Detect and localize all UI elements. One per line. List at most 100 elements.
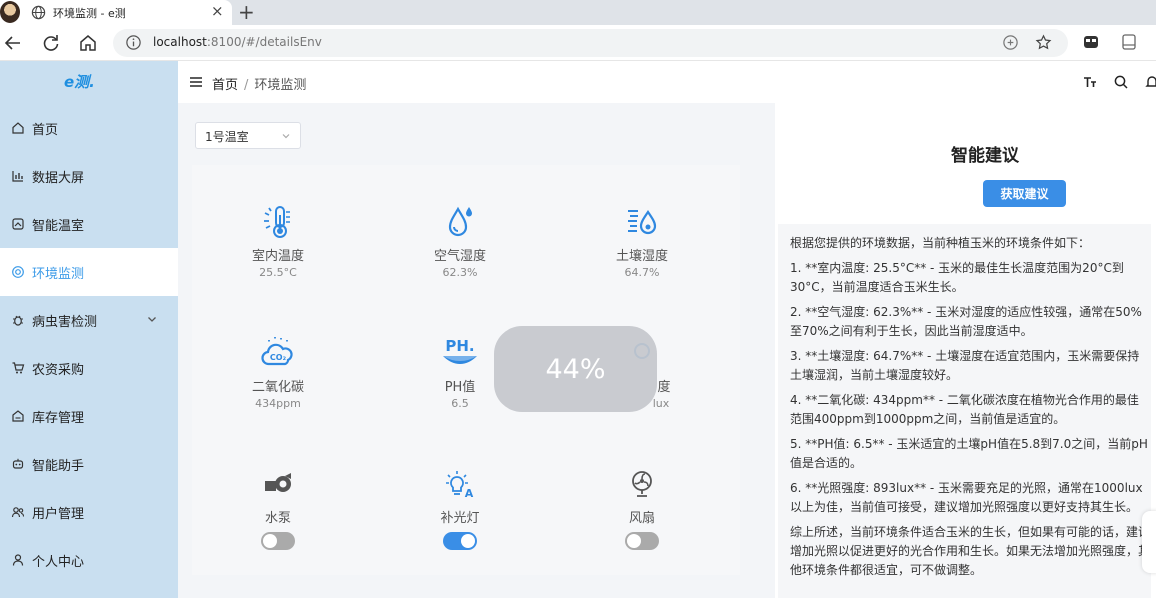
thermometer-icon: [264, 206, 290, 238]
get-advice-button[interactable]: 获取建议: [983, 180, 1066, 207]
sidebar-item-inventory[interactable]: 库存管理: [0, 392, 178, 440]
sensor-soil-humidity: 土壤湿度 64.7%: [582, 203, 702, 279]
advice-paragraph: 3. **土壤湿度: 64.7%** - 土壤湿度在适宜范围内，玉米需要保持土壤…: [790, 349, 1140, 382]
sensor-name: 室内温度: [251, 249, 304, 264]
sensor-indoor-temperature: 室内温度 25.5°C: [218, 203, 338, 279]
device-name: 水泵: [264, 511, 291, 526]
advice-paragraph: 6. **光照强度: 893lux** - 玉米需要充足的光照，通常在1000l…: [790, 481, 1143, 514]
sidebar-item-label: 用户管理: [32, 506, 85, 522]
top-header: 首页 / 环境监测: [178, 61, 1156, 103]
advice-paragraph: 1. **室内温度: 25.5°C** - 玉米的最佳生长温度范围为20°C到3…: [790, 261, 1124, 294]
greenhouse-icon: [12, 218, 24, 230]
sensor-name: 空气湿度: [433, 249, 486, 264]
sidebar-item-user-management[interactable]: 用户管理: [0, 488, 178, 536]
fan-toggle[interactable]: [625, 532, 659, 550]
bar-chart-icon: [12, 171, 23, 182]
profile-avatar[interactable]: [0, 1, 20, 23]
font-size-icon[interactable]: [1082, 74, 1098, 90]
device-water-pump: 水泵: [218, 469, 338, 550]
sensor-value: 64.7%: [624, 266, 660, 279]
sidebar-item-label: 智能助手: [32, 458, 85, 474]
sidebar-item-label: 个人中心: [32, 554, 85, 570]
advice-title: 智能建议: [951, 146, 1019, 166]
site-info-icon[interactable]: [125, 34, 142, 51]
droplet-icon: [448, 206, 472, 237]
users-icon: [11, 507, 25, 518]
sensor-value: 62.3%: [442, 266, 478, 279]
translate-icon[interactable]: [1002, 34, 1019, 51]
device-fan: 风扇: [582, 469, 702, 550]
user-icon: [12, 554, 24, 566]
menu-toggle-icon[interactable]: [189, 75, 203, 89]
floating-side-handle[interactable]: [1142, 511, 1156, 573]
advice-paragraph: 2. **空气湿度: 62.3%** - 玉米对湿度的适应性较强，通常在50%至…: [790, 305, 1142, 338]
address-bar[interactable]: localhost:8100/#/detailsEnv: [113, 29, 1068, 57]
breadcrumb-current: 环境监测: [254, 78, 307, 93]
soil-moisture-icon: [628, 210, 657, 235]
sidebar-item-label: 病虫害检测: [32, 314, 98, 330]
sidebar-item-env-monitor[interactable]: 环境监测: [0, 248, 178, 296]
grow-light-icon: A: [446, 471, 474, 499]
browser-tab[interactable]: 环境监测 - e测 ×: [0, 0, 232, 25]
chevron-down-icon[interactable]: [146, 313, 158, 325]
sensor-name: 土壤湿度: [615, 249, 668, 264]
sensor-value: 25.5°C: [259, 266, 297, 279]
water-pump-toggle[interactable]: [261, 532, 295, 550]
sidebar-item-label: 环境监测: [32, 266, 85, 282]
sidebar-item-pest-detection[interactable]: 病虫害检测: [0, 296, 178, 344]
cart-icon: [12, 362, 25, 374]
sidebar-item-assistant[interactable]: 智能助手: [0, 440, 178, 488]
app-logo[interactable]: e测.: [64, 71, 95, 92]
sensor-name: 二氧化碳: [251, 380, 304, 395]
close-tab-icon[interactable]: ×: [211, 2, 224, 20]
fan-icon: [632, 471, 652, 497]
device-name: 风扇: [628, 511, 655, 526]
advice-paragraph: 根据您提供的环境数据，当前种植玉米的环境条件如下：: [790, 236, 1091, 250]
grow-light-toggle[interactable]: [443, 532, 477, 550]
advice-paragraph: 4. **二氧化碳: 434ppm** - 二氧化碳浓度在植物光合作用的最佳范围…: [790, 393, 1139, 426]
breadcrumb-home[interactable]: 首页: [212, 78, 238, 93]
url-text: localhost:8100/#/detailsEnv: [153, 35, 322, 49]
sidebar-item-label: 数据大屏: [32, 170, 85, 186]
sidebar-item-data-screen[interactable]: 数据大屏: [0, 152, 178, 200]
warehouse-icon: [12, 410, 24, 422]
greenhouse-select-value: 1号温室: [205, 130, 249, 144]
advice-content[interactable]: 根据您提供的环境数据，当前种植玉米的环境条件如下： 1. **室内温度: 25.…: [778, 224, 1151, 598]
sidebar-item-label: 智能温室: [32, 218, 85, 234]
notification-icon[interactable]: [1144, 74, 1156, 90]
browser-toolbar: localhost:8100/#/detailsEnv: [0, 25, 1156, 61]
back-arrow-icon[interactable]: [2, 32, 24, 54]
search-icon[interactable]: [1113, 74, 1129, 90]
sidebar-item-home[interactable]: 首页: [0, 104, 178, 152]
bookmark-star-icon[interactable]: [1035, 34, 1052, 51]
sidebar-item-greenhouse[interactable]: 智能温室: [0, 200, 178, 248]
greenhouse-select[interactable]: 1号温室: [195, 122, 301, 149]
device-name: 补光灯: [440, 511, 480, 526]
svg-text:CO₂: CO₂: [270, 353, 287, 362]
pump-icon: [265, 473, 291, 492]
chevron-down-icon: [282, 134, 290, 139]
extension-icon[interactable]: [1082, 33, 1100, 51]
ph-icon: PH.: [443, 337, 477, 364]
robot-icon: [12, 458, 24, 469]
sidebar-item-purchasing[interactable]: 农资采购: [0, 344, 178, 392]
sensor-value: 434ppm: [255, 397, 301, 410]
progress-overlay: 44%: [494, 326, 657, 412]
sidebar-item-label: 农资采购: [32, 362, 85, 378]
sidebar: e测. 首页 数据大屏 智能温室 环境监测 病虫害检测 农资采购 库存管理 智能…: [0, 61, 178, 598]
browser-tabbar: 环境监测 - e测 × +: [0, 0, 1156, 25]
advice-paragraph: 综上所述，当前环境条件适合玉米的生长，但如果有可能的话，建议增加光照以促进更好的…: [790, 525, 1151, 577]
globe-icon: [31, 5, 46, 20]
bug-icon: [13, 315, 23, 326]
sidebar-item-profile[interactable]: 个人中心: [0, 536, 178, 584]
breadcrumb-separator: /: [244, 78, 249, 93]
reload-icon[interactable]: [40, 32, 62, 54]
home-page-icon[interactable]: [77, 32, 99, 54]
svg-text:A: A: [465, 487, 474, 499]
reading-list-icon[interactable]: [1120, 33, 1138, 51]
co2-icon: CO₂: [261, 337, 293, 366]
new-tab-icon[interactable]: +: [238, 0, 255, 24]
sensor-panel: 室内温度 25.5°C 空气湿度 62.3% 土壤湿度 64.7% CO₂ 二氧…: [192, 165, 740, 575]
sensor-co2: CO₂ 二氧化碳 434ppm: [218, 334, 338, 410]
sidebar-item-label: 首页: [32, 122, 59, 138]
